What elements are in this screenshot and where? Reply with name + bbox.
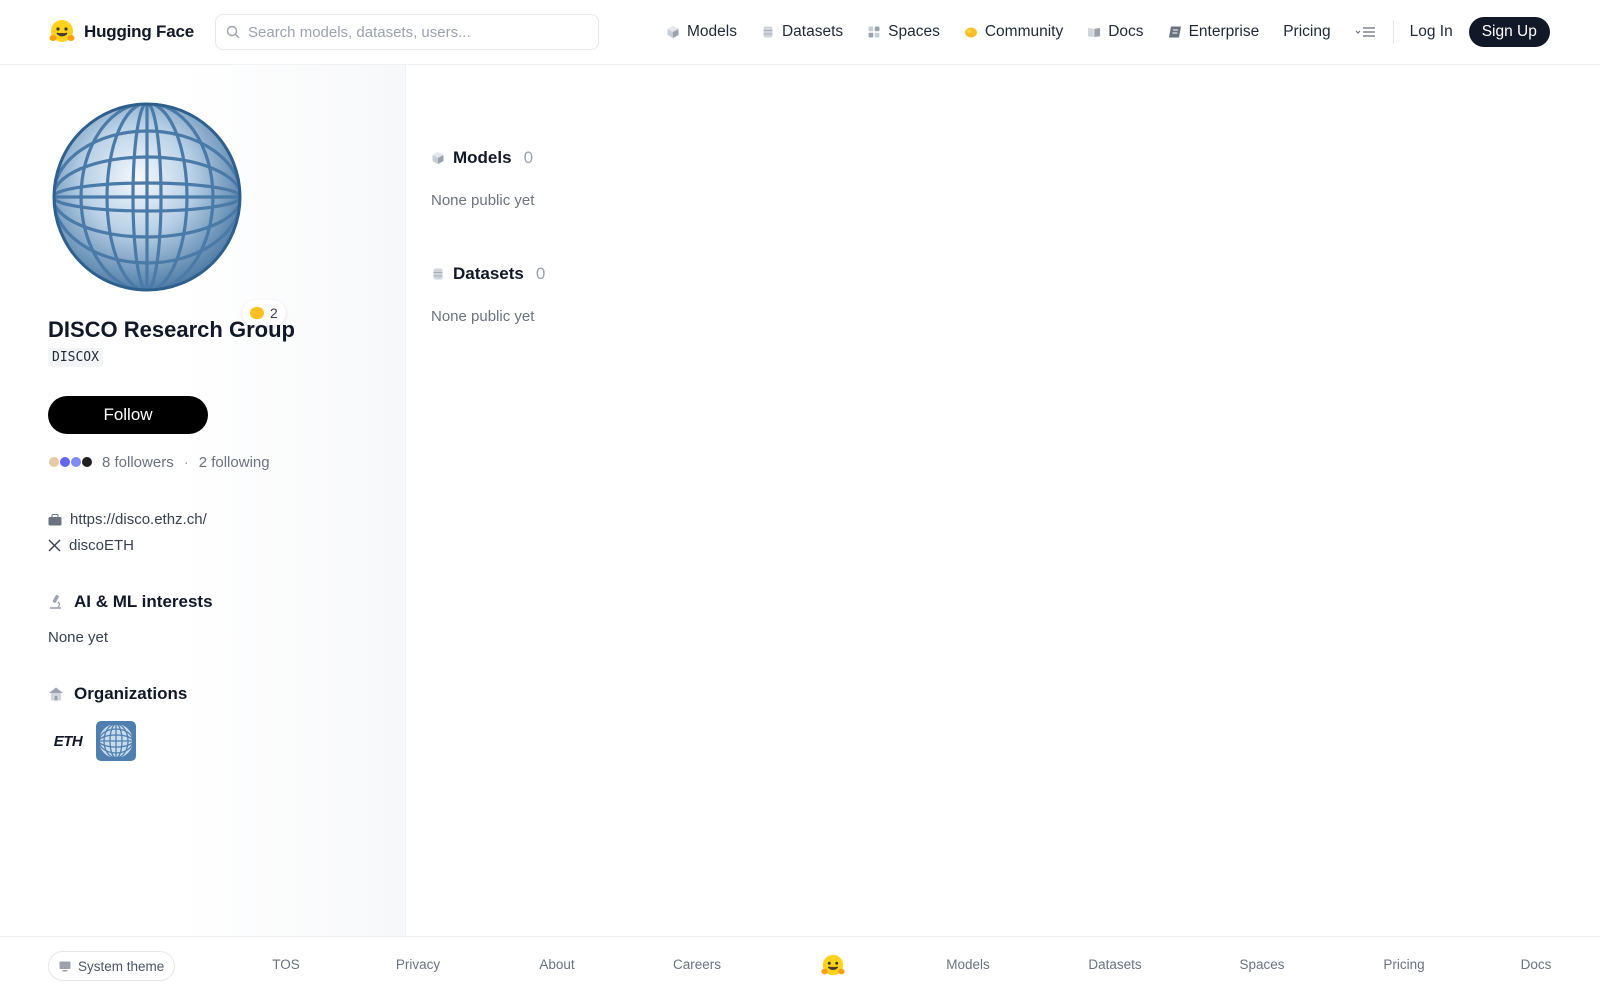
footer-link-models[interactable]: Models: [946, 957, 990, 972]
login-link[interactable]: Log In: [1410, 23, 1453, 41]
x-twitter-icon: [48, 539, 61, 552]
database-icon: [763, 26, 773, 38]
hugging-face-logo-icon[interactable]: [820, 953, 846, 979]
models-count: 0: [523, 148, 534, 167]
org-avatar-container: 2: [52, 102, 286, 326]
website-link[interactable]: https://disco.ethz.ch/: [48, 511, 207, 528]
home-logo-link[interactable]: Hugging Face: [48, 17, 194, 47]
models-section-heading[interactable]: Models 0: [431, 148, 533, 168]
models-title: Models: [453, 148, 512, 167]
brand-name: Hugging Face: [84, 22, 194, 41]
search-box[interactable]: [215, 14, 599, 50]
stats-separator: ·: [183, 453, 189, 471]
book-icon: [1088, 28, 1101, 37]
monitor-icon: [59, 961, 71, 971]
organizations-title: Organizations: [74, 684, 188, 703]
org-eth-logo-text: ETH: [53, 732, 83, 750]
database-icon: [433, 268, 443, 280]
datasets-title: Datasets: [453, 264, 524, 283]
website-url: https://disco.ethz.ch/: [70, 511, 207, 528]
profile-sidebar: 2 DISCO Research Group DISCOX Follow 8 f…: [0, 65, 406, 936]
hugging-face-logo-icon: [49, 20, 75, 42]
cube-icon: [667, 26, 679, 38]
organizations-list: ETH: [48, 721, 136, 761]
nav-datasets-label: Datasets: [781, 23, 844, 40]
interests-heading: AI & ML interests: [48, 592, 213, 612]
footer-link-spaces[interactable]: Spaces: [1239, 957, 1284, 972]
cube-icon: [432, 152, 444, 164]
website-icon: [48, 513, 62, 525]
signup-button[interactable]: Sign Up: [1468, 17, 1550, 47]
nav-community-label: Community: [984, 23, 1064, 40]
follower-avatar: [81, 456, 93, 468]
footer: System theme TOS Privacy About Careers M…: [0, 936, 1600, 1000]
top-navbar: Hugging Face Models Datasets: [0, 0, 1600, 65]
datasets-empty-text: None public yet: [431, 308, 535, 325]
org-eth-logo[interactable]: ETH: [48, 721, 88, 761]
follow-stats: 8 followers · 2 following: [48, 453, 270, 471]
footer-link-pricing[interactable]: Pricing: [1383, 957, 1424, 972]
grid-icon: [868, 26, 880, 38]
interests-title: AI & ML interests: [74, 592, 213, 611]
footer-link-careers[interactable]: Careers: [673, 957, 721, 972]
nav-enterprise[interactable]: Enterprise: [1168, 23, 1260, 41]
nav-pricing[interactable]: Pricing: [1283, 23, 1330, 41]
datasets-section-heading[interactable]: Datasets 0: [431, 264, 545, 284]
datasets-count: 0: [535, 264, 546, 283]
organizations-heading: Organizations: [48, 684, 187, 704]
models-empty-text: None public yet: [431, 192, 535, 209]
twitter-link[interactable]: discoETH: [48, 537, 134, 554]
followers-count[interactable]: 8 followers: [102, 454, 174, 471]
footer-link-privacy[interactable]: Privacy: [396, 957, 440, 972]
org-avatar: [52, 102, 242, 292]
org-name: DISCO Research Group: [48, 317, 295, 342]
follow-button[interactable]: Follow: [48, 396, 208, 434]
search-input[interactable]: [248, 23, 578, 41]
footer-link-docs[interactable]: Docs: [1521, 957, 1552, 972]
theme-label: System theme: [78, 958, 165, 974]
follower-avatars[interactable]: [48, 456, 93, 468]
more-menu-icon[interactable]: [1355, 24, 1377, 40]
theme-toggle-button[interactable]: System theme: [48, 951, 176, 981]
nav-datasets[interactable]: Datasets: [761, 23, 843, 41]
nav-enterprise-label: Enterprise: [1188, 23, 1260, 40]
footer-link-datasets[interactable]: Datasets: [1088, 957, 1141, 972]
nav-divider: [1392, 20, 1394, 44]
nav-spaces-label: Spaces: [888, 23, 940, 40]
nav-community[interactable]: Community: [964, 23, 1063, 41]
following-count[interactable]: 2 following: [199, 454, 270, 471]
footer-link-tos[interactable]: TOS: [272, 957, 300, 972]
org-disco-logo[interactable]: [96, 721, 136, 761]
nav-docs-label: Docs: [1108, 23, 1144, 40]
search-icon: [226, 25, 240, 39]
nav-spaces[interactable]: Spaces: [867, 23, 940, 41]
disco-ball-icon: [96, 721, 136, 761]
nav-models-label: Models: [687, 23, 737, 40]
microscope-icon: [50, 594, 61, 609]
nav-pricing-label: Pricing: [1283, 23, 1331, 40]
main-nav: Models Datasets Spaces Community Docs En…: [666, 17, 1550, 47]
community-icon: [964, 27, 977, 38]
twitter-handle: discoETH: [69, 537, 135, 554]
nav-docs[interactable]: Docs: [1087, 23, 1144, 41]
interests-value: None yet: [48, 629, 109, 646]
nav-models[interactable]: Models: [666, 23, 737, 41]
footer-link-about[interactable]: About: [539, 957, 574, 972]
enterprise-icon: [1168, 26, 1181, 38]
building-icon: [49, 687, 63, 701]
org-handle: DISCOX: [48, 348, 103, 367]
